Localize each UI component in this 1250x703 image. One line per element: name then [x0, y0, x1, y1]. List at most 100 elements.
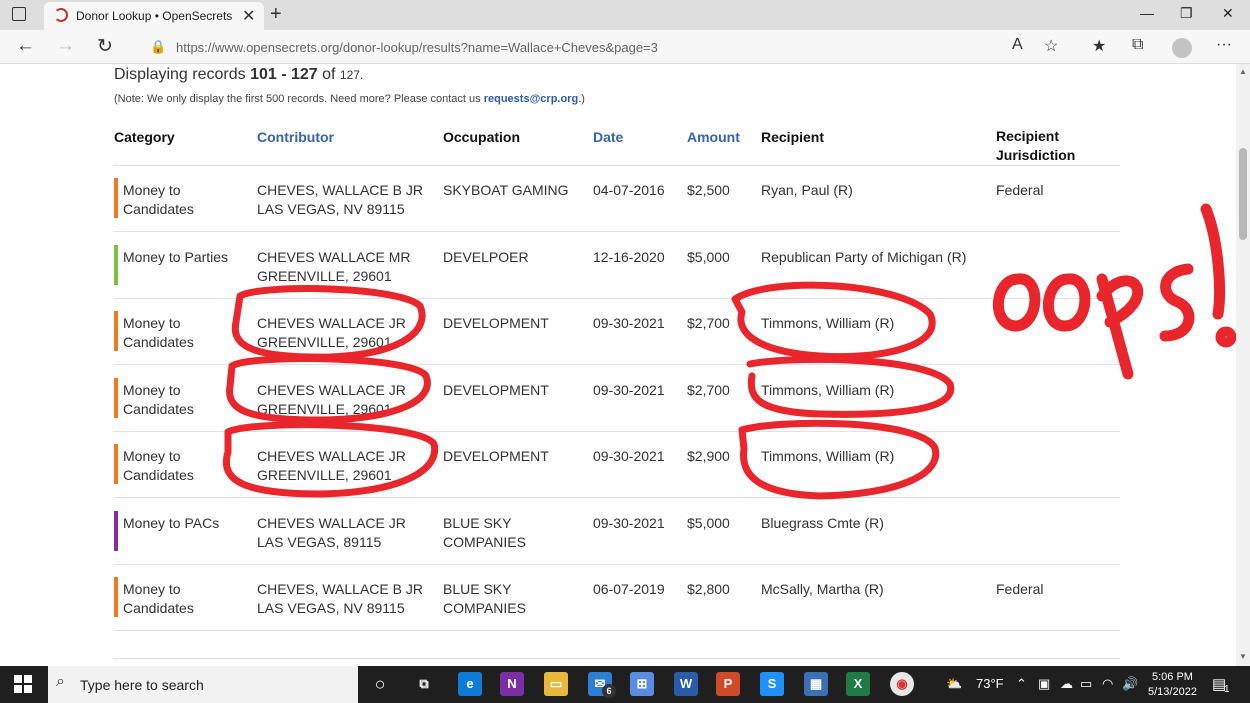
- close-tab-icon[interactable]: ✕: [242, 6, 255, 26]
- category-color-bar: [114, 311, 118, 351]
- edge-icon[interactable]: e: [458, 672, 482, 696]
- table-row: Money to Candidates CHEVES, WALLACE B JR L…: [114, 166, 1120, 232]
- excel-icon[interactable]: X: [846, 672, 870, 696]
- tab-actions-icon[interactable]: [12, 7, 26, 21]
- category-cell: Money to Candidates: [123, 581, 194, 616]
- category-color-bar: [114, 377, 118, 418]
- contributor-cell: CHEVES, WALLACE B JR LAS VEGAS, NV 89115: [257, 181, 427, 219]
- jurisdiction-cell: Federal: [996, 182, 1044, 198]
- cortana-icon[interactable]: ○: [368, 672, 392, 696]
- new-tab-icon[interactable]: +: [270, 3, 282, 26]
- favorites-icon[interactable]: ★: [1092, 36, 1106, 56]
- col-amount[interactable]: Amount: [687, 129, 740, 145]
- chrome-icon[interactable]: ◉: [890, 672, 914, 696]
- word-icon[interactable]: W: [674, 672, 698, 696]
- col-jurisdiction: Recipient Jurisdiction: [996, 128, 1076, 163]
- onenote-icon[interactable]: N: [500, 672, 524, 696]
- contributor-cell: CHEVES WALLACE JR GREENVILLE, 29601: [257, 381, 427, 419]
- volume-icon[interactable]: 🔊: [1122, 676, 1138, 692]
- contributor-name: CHEVES WALLACE MR: [257, 248, 411, 265]
- contributor-name: CHEVES WALLACE JR: [257, 448, 406, 464]
- records-summary: Displaying records 101 - 127 of 127.: [114, 66, 363, 84]
- taskbar-search-box[interactable]: ⌕ Type here to search: [48, 666, 358, 703]
- table-row: Money to Parties CHEVES WALLACE MR GREENVI…: [114, 233, 1120, 299]
- col-contributor[interactable]: Contributor: [257, 129, 334, 145]
- notification-badge: 1: [1224, 684, 1230, 695]
- url-text[interactable]: https://www.opensecrets.org/donor-lookup…: [176, 40, 658, 55]
- tab-bar: Donor Lookup • OpenSecrets ✕ + — ❐ ✕: [0, 0, 1250, 30]
- battery-icon[interactable]: ▭: [1080, 676, 1092, 692]
- skype-icon[interactable]: S: [760, 672, 784, 696]
- url-bar[interactable]: 🔒 https://www.opensecrets.org/donor-look…: [140, 33, 1080, 61]
- amount-cell: $2,900: [687, 448, 730, 464]
- tab-donor-lookup[interactable]: Donor Lookup • OpenSecrets ✕: [44, 2, 264, 30]
- onedrive-icon[interactable]: ☁: [1060, 676, 1073, 692]
- lock-icon[interactable]: 🔒: [150, 39, 166, 55]
- date-cell: 04-07-2016: [593, 182, 665, 198]
- recipient-cell: Bluegrass Cmte (R): [761, 514, 884, 531]
- file-explorer-icon[interactable]: ▭: [544, 672, 568, 696]
- page-scrollbar[interactable]: ▲ ▼: [1236, 64, 1250, 666]
- date-cell: 09-30-2021: [593, 315, 665, 331]
- forward-icon[interactable]: →: [56, 35, 75, 57]
- profile-avatar[interactable]: [1172, 38, 1192, 58]
- date-cell: 12-16-2020: [593, 248, 665, 265]
- clock-date: 5/13/2022: [1148, 686, 1197, 698]
- back-icon[interactable]: ←: [16, 35, 35, 57]
- amount-cell: $5,000: [687, 248, 730, 265]
- category-cell: Money to PACs: [123, 514, 220, 531]
- wifi-icon[interactable]: ◠: [1102, 676, 1113, 692]
- close-window-icon[interactable]: ✕: [1222, 5, 1234, 22]
- col-date[interactable]: Date: [593, 129, 623, 145]
- store-icon[interactable]: ⊞: [630, 672, 654, 696]
- powerpoint-icon[interactable]: P: [716, 672, 740, 696]
- contributor-location: LAS VEGAS, NV 89115: [257, 600, 405, 616]
- scroll-up-icon[interactable]: ▲: [1239, 67, 1247, 76]
- category-cell: Money to Candidates: [123, 315, 194, 350]
- records-range: 101 - 127: [250, 66, 318, 83]
- contributor-location: GREENVILLE, 29601: [257, 467, 392, 483]
- recipient-cell: Ryan, Paul (R): [761, 182, 853, 198]
- recipient-cell: Timmons, William (R): [761, 448, 895, 464]
- jurisdiction-cell: Federal: [996, 581, 1044, 597]
- date-cell: 09-30-2021: [593, 448, 665, 464]
- contributor-name: CHEVES WALLACE JR: [257, 514, 406, 531]
- tray-meet-icon[interactable]: ▣: [1038, 676, 1050, 692]
- remote-desktop-icon[interactable]: ▦: [804, 672, 828, 696]
- occupation-cell: DEVELPOER: [443, 248, 529, 265]
- category-color-bar: [114, 510, 118, 551]
- collections-icon[interactable]: ⧉: [1132, 36, 1143, 54]
- minimize-icon[interactable]: —: [1140, 5, 1154, 21]
- contributor-location: LAS VEGAS, 89115: [257, 533, 382, 550]
- read-aloud-icon[interactable]: A: [1012, 36, 1023, 54]
- weather-icon[interactable]: ⛅: [946, 676, 962, 692]
- occupation-cell: BLUE SKY COMPANIES: [443, 581, 526, 616]
- occupation-cell: DEVELOPMENT: [443, 381, 549, 398]
- opensecrets-favicon-icon: [54, 8, 68, 22]
- category-cell: Money to Parties: [123, 248, 229, 265]
- contributor-location: GREENVILLE, 29601: [257, 334, 392, 350]
- windows-start-icon[interactable]: [14, 675, 32, 693]
- search-placeholder[interactable]: Type here to search: [80, 677, 204, 693]
- restore-icon[interactable]: ❐: [1180, 5, 1193, 22]
- more-menu-icon[interactable]: ···: [1216, 36, 1232, 54]
- task-view-icon[interactable]: ⧉: [412, 672, 436, 696]
- temperature[interactable]: 73°F: [976, 676, 1004, 691]
- contributor-location: LAS VEGAS, NV 89115: [257, 201, 405, 217]
- records-total: 127.: [339, 68, 364, 82]
- contact-email-link[interactable]: requests@crp.org: [484, 93, 578, 105]
- add-favorite-icon[interactable]: ☆: [1044, 36, 1058, 56]
- recipient-cell: Timmons, William (R): [761, 381, 895, 398]
- scrollbar-thumb[interactable]: [1239, 148, 1247, 240]
- scroll-down-icon[interactable]: ▼: [1239, 652, 1247, 661]
- refresh-icon[interactable]: ↻: [97, 35, 113, 58]
- table-row: Money to Candidates CHEVES WALLACE JR GREE…: [114, 432, 1120, 498]
- contributor-cell: CHEVES WALLACE JR LAS VEGAS, 89115: [257, 514, 427, 552]
- category-color-bar: [114, 178, 118, 218]
- contributor-name: CHEVES WALLACE JR: [257, 315, 406, 331]
- col-recipient: Recipient: [761, 129, 825, 145]
- date-cell: 09-30-2021: [593, 381, 665, 398]
- clock-time: 5:06 PM: [1151, 671, 1193, 683]
- taskbar-clock[interactable]: 5:06 PM 5/13/2022: [1148, 670, 1197, 700]
- tray-chevron-icon[interactable]: ⌃: [1016, 676, 1027, 692]
